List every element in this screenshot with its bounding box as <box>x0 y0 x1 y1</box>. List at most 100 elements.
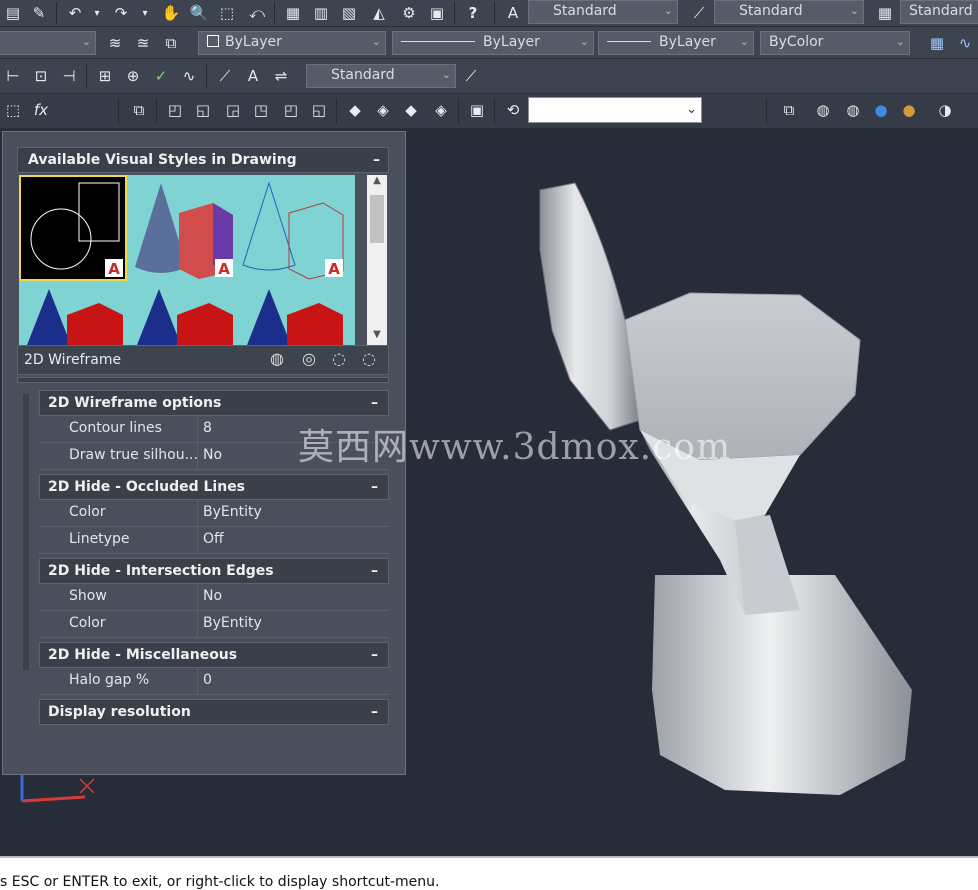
collapse-icon[interactable]: – <box>373 148 380 172</box>
apply-style-icon[interactable]: ◎ <box>302 349 316 368</box>
export-style-icon[interactable]: ◌ <box>332 349 346 368</box>
camera-icon[interactable]: ▣ <box>466 99 488 121</box>
property-value[interactable]: 8 <box>203 420 212 436</box>
thumbnail-scrollbar[interactable]: ▲ ▼ <box>367 175 387 345</box>
property-value[interactable]: Off <box>203 531 224 547</box>
create-style-icon[interactable]: ◍ <box>270 349 284 368</box>
collapse-icon[interactable]: – <box>371 559 378 583</box>
property-value[interactable]: ByEntity <box>203 504 262 520</box>
group-2d-hide-misc[interactable]: 2D Hide - Miscellaneous – <box>39 642 389 668</box>
layer-previous-icon[interactable]: ≊ <box>132 32 154 54</box>
dim-style-dropdown[interactable]: Standard ⌄ <box>714 0 864 24</box>
thumb-hidden[interactable]: A <box>239 175 347 281</box>
left-view-icon[interactable]: ◲ <box>222 99 244 121</box>
named-views-icon[interactable]: ⧉ <box>128 99 150 121</box>
top-view-icon[interactable]: ◰ <box>164 99 186 121</box>
linetype-dropdown[interactable]: ByLayer ⌄ <box>392 31 594 55</box>
dim-style-icon[interactable]: ⟋ <box>688 2 710 24</box>
property-row[interactable]: Color ByEntity <box>39 611 389 638</box>
dim-edit-icon[interactable]: ⟋ <box>214 65 236 87</box>
group-2d-hide-occluded[interactable]: 2D Hide - Occluded Lines – <box>39 474 389 500</box>
layer-dropdown[interactable]: ⌄ <box>0 31 96 55</box>
visual-styles-manager-icon[interactable]: ⧉ <box>778 99 800 121</box>
property-row[interactable]: Linetype Off <box>39 527 389 554</box>
tool-palettes-icon[interactable]: ▧ <box>338 2 360 24</box>
sheet-set-icon[interactable]: ◭ <box>368 2 390 24</box>
lineweight-dropdown[interactable]: ByLayer ⌄ <box>598 31 754 55</box>
make-object-layer-current-icon[interactable]: ≋ <box>104 32 126 54</box>
collapse-icon[interactable]: – <box>371 700 378 724</box>
dim-linear-icon[interactable]: ⊢ <box>2 65 24 87</box>
property-row[interactable]: Halo gap % 0 <box>39 668 389 695</box>
group-2d-wireframe-options[interactable]: 2D Wireframe options – <box>39 390 389 416</box>
design-center-icon[interactable]: ▥ <box>310 2 332 24</box>
group-2d-hide-intersection[interactable]: 2D Hide - Intersection Edges – <box>39 558 389 584</box>
table-style-dropdown[interactable]: Standard <box>900 0 978 24</box>
tolerance-icon[interactable]: ⊞ <box>94 65 116 87</box>
realistic-style-icon[interactable]: ● <box>870 99 892 121</box>
layer-match-icon[interactable]: ⧉ <box>160 32 182 54</box>
calculator-icon[interactable]: ▣ <box>426 2 448 24</box>
collapse-icon[interactable]: – <box>371 643 378 667</box>
markup-icon[interactable]: ⚙ <box>398 2 420 24</box>
customize-icon[interactable]: ∿ <box>954 32 976 54</box>
layer-tool-icon[interactable]: ✎ <box>28 2 50 24</box>
property-value[interactable]: ByEntity <box>203 615 262 631</box>
right-view-icon[interactable]: ◳ <box>250 99 272 121</box>
dim-update-icon[interactable]: ⇌ <box>270 65 292 87</box>
jogged-linear-icon[interactable]: ∿ <box>178 65 200 87</box>
block-icon[interactable]: ⬚ <box>2 99 24 121</box>
delete-style-icon[interactable]: ◌ <box>362 349 376 368</box>
property-value[interactable]: No <box>203 588 222 604</box>
shaded-style-icon[interactable]: ◑ <box>934 99 956 121</box>
dim-style-dropdown-2[interactable]: Standard ⌄ <box>306 64 456 88</box>
zoom-window-icon[interactable]: ⬚ <box>216 2 238 24</box>
wireframe-style-icon[interactable]: ◍ <box>812 99 834 121</box>
panel-splitter[interactable] <box>17 377 389 383</box>
text-style-icon[interactable]: A <box>502 2 524 24</box>
se-iso-icon[interactable]: ◈ <box>372 99 394 121</box>
back-view-icon[interactable]: ◱ <box>308 99 330 121</box>
sw-iso-icon[interactable]: ◆ <box>344 99 366 121</box>
view-dropdown[interactable]: ⌄ <box>528 97 702 123</box>
properties-icon[interactable]: ▦ <box>282 2 304 24</box>
nw-iso-icon[interactable]: ◈ <box>430 99 452 121</box>
dim-text-edit-icon[interactable]: A <box>242 65 264 87</box>
dim-inspect-icon[interactable]: ✓ <box>150 65 172 87</box>
dim-style-manager-icon[interactable]: ⟋ <box>460 65 482 87</box>
thumb-shaded-edges[interactable] <box>239 285 347 345</box>
thumb-shaded[interactable] <box>129 285 237 345</box>
scroll-down-icon[interactable]: ▼ <box>367 329 387 343</box>
pan-icon[interactable]: ✋ <box>160 2 182 24</box>
color-dropdown[interactable]: ByLayer ⌄ <box>198 31 386 55</box>
thumb-realistic[interactable] <box>19 285 127 345</box>
conceptual-style-icon[interactable]: ● <box>898 99 920 121</box>
plot-style-dropdown[interactable]: ByColor ⌄ <box>760 31 910 55</box>
collapse-icon[interactable]: – <box>371 475 378 499</box>
text-style-dropdown[interactable]: Standard ⌄ <box>528 0 678 24</box>
group-display-resolution[interactable]: Display resolution – <box>39 699 389 725</box>
undo-icon[interactable]: ↶ <box>64 2 86 24</box>
front-view-icon[interactable]: ◰ <box>280 99 302 121</box>
panel-header[interactable]: Available Visual Styles in Drawing – <box>17 147 389 173</box>
property-row[interactable]: Color ByEntity <box>39 500 389 527</box>
redo-dropdown-icon[interactable]: ▾ <box>134 2 156 24</box>
property-scrollbar[interactable] <box>23 394 29 670</box>
table-style-icon[interactable]: ▦ <box>874 2 896 24</box>
workspace-icon[interactable]: ▦ <box>926 32 948 54</box>
redo-icon[interactable]: ↷ <box>110 2 132 24</box>
layer-state-icon[interactable]: ▤ <box>2 2 24 24</box>
property-row[interactable]: Show No <box>39 584 389 611</box>
command-line[interactable]: s ESC or ENTER to exit, or right-click t… <box>0 856 978 890</box>
view-manager-icon[interactable]: ⟲ <box>502 99 524 121</box>
undo-dropdown-icon[interactable]: ▾ <box>86 2 108 24</box>
scroll-up-icon[interactable]: ▲ <box>367 175 387 189</box>
collapse-icon[interactable]: – <box>371 391 378 415</box>
zoom-realtime-icon[interactable]: 🔍 <box>188 2 210 24</box>
center-mark-icon[interactable]: ⊕ <box>122 65 144 87</box>
thumb-conceptual[interactable]: A <box>129 175 237 281</box>
property-value[interactable]: No <box>203 447 222 463</box>
bottom-view-icon[interactable]: ◱ <box>192 99 214 121</box>
hidden-style-icon[interactable]: ◍ <box>842 99 864 121</box>
function-icon[interactable]: fx <box>30 99 52 121</box>
